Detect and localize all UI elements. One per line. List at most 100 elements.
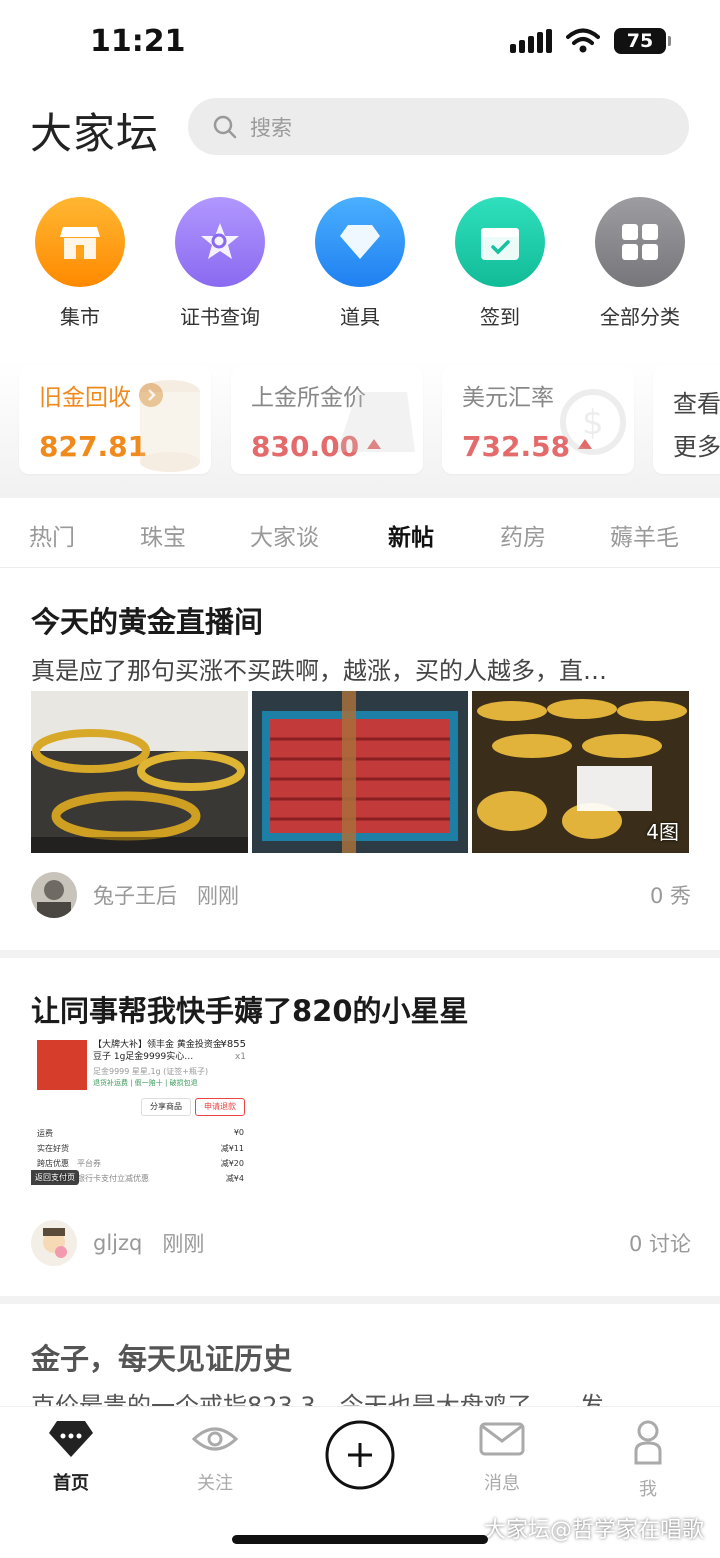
tab-label: 关注 xyxy=(197,1473,233,1494)
post-image-display-tray xyxy=(252,691,468,853)
create-post-button[interactable] xyxy=(310,1419,410,1495)
category-certificate[interactable]: 证书查询 xyxy=(150,197,290,330)
tab-label: 首页 xyxy=(53,1473,89,1494)
diamond-icon xyxy=(315,197,405,287)
cellular-signal-icon xyxy=(510,29,552,53)
tab-follow[interactable]: 关注 xyxy=(165,1419,265,1495)
post-title[interactable]: 今天的黄金直播间 xyxy=(31,599,263,641)
price-title: 旧金回收 xyxy=(39,385,131,411)
wifi-icon xyxy=(566,28,600,53)
category-label: 证书查询 xyxy=(180,305,260,329)
receipt-price: ¥855 xyxy=(220,1039,246,1050)
post-title[interactable]: 让同事帮我快手薅了820的小星星 xyxy=(31,988,469,1030)
post-time: 刚刚 xyxy=(197,884,239,908)
return-to-payment-overlay: 返回支付页 xyxy=(31,1170,79,1185)
post-image[interactable] xyxy=(252,691,468,853)
post-card[interactable]: 让同事帮我快手薅了820的小星星 【大牌大补】领丰金 黄金投资金豆子 1g足金9… xyxy=(0,958,720,1296)
watermark-credit: 大家坛@哲学家在唱歌 xyxy=(483,1518,704,1543)
receipt-badges: 退货补运费 | 假一赔十 | 破损包退 xyxy=(93,1079,198,1087)
person-icon xyxy=(634,1420,662,1465)
tab-label: 消息 xyxy=(484,1473,520,1494)
post-image-bangles xyxy=(31,691,248,853)
tab-me[interactable]: 我 xyxy=(598,1419,698,1501)
app-logo[interactable]: 大家坛 xyxy=(30,100,159,161)
battery-level: 75 xyxy=(626,30,654,52)
post-meta: gljzq 刚刚 0 讨论 xyxy=(31,1220,691,1266)
category-label: 全部分类 xyxy=(600,305,680,329)
status-time: 11:21 xyxy=(90,24,186,59)
row-key: 实在好货 xyxy=(37,1144,69,1153)
status-icons: 75 xyxy=(510,28,671,54)
search-input[interactable]: 搜索 xyxy=(188,98,689,155)
tab-jewelry[interactable]: 珠宝 xyxy=(140,518,186,552)
post-excerpt: 克价最贵的一个戒指823.3，今天也是大盘鸡了……发… xyxy=(31,1392,628,1406)
status-bar: 11:21 75 xyxy=(0,0,720,84)
more-label-2: 更多 xyxy=(673,433,720,461)
search-placeholder: 搜索 xyxy=(250,115,292,140)
category-label: 集市 xyxy=(60,305,100,329)
row-value: 减¥4 xyxy=(225,1174,244,1183)
battery-icon: 75 xyxy=(614,28,671,54)
post-time: 刚刚 xyxy=(162,1232,205,1256)
tab-discussion[interactable]: 大家谈 xyxy=(250,518,319,552)
price-card-more[interactable]: 查看 更多 xyxy=(653,366,720,474)
post-card[interactable]: 金子，每天见证历史 克价最贵的一个戒指823.3，今天也是大盘鸡了……发… xyxy=(0,1304,720,1406)
tab-messages[interactable]: 消息 xyxy=(452,1419,552,1495)
tab-new-posts[interactable]: 新帖 xyxy=(388,518,434,552)
home-diamond-icon xyxy=(49,1421,93,1457)
post-stat: 0 秀 xyxy=(649,884,691,908)
category-all[interactable]: 全部分类 xyxy=(570,197,710,330)
row-mid: 平台券 xyxy=(77,1159,101,1168)
receipt-spec: 足金9999 星星,1g (证签+瓶子) xyxy=(93,1067,209,1076)
dollar-exchange-icon: $ xyxy=(560,389,626,455)
post-excerpt: 真是应了那句买涨不买跌啊，越涨，买的人越多，直… xyxy=(31,657,607,685)
price-value: 732.58 xyxy=(462,430,571,463)
receipt-row: 运费 ¥0 xyxy=(37,1128,244,1143)
post-card[interactable]: 今天的黄金直播间 真是应了那句买涨不买跌啊，越涨，买的人越多，直… 4图 兔子王… xyxy=(0,569,720,950)
price-card-usd-rate[interactable]: $ 美元汇率 732.58 xyxy=(442,366,634,474)
price-card-sge-gold[interactable]: 上金所金价 830.00 xyxy=(231,366,423,474)
post-image[interactable] xyxy=(31,691,248,853)
share-product-button: 分享商品 xyxy=(141,1098,191,1116)
category-market[interactable]: 集市 xyxy=(10,197,150,330)
app-header: 大家坛 搜索 xyxy=(0,96,720,158)
category-checkin[interactable]: 签到 xyxy=(430,197,570,330)
category-label: 签到 xyxy=(480,305,520,329)
divider xyxy=(0,1296,720,1304)
row-value: 减¥11 xyxy=(220,1144,244,1153)
coin-stack-icon xyxy=(140,380,200,472)
post-stat: 0 讨论 xyxy=(628,1232,691,1256)
post-author[interactable]: 兔子王后 xyxy=(93,880,177,910)
price-card-gold-recycle[interactable]: 旧金回收 827.81 xyxy=(19,366,211,474)
image-count-badge: 4图 xyxy=(646,820,679,844)
avatar[interactable] xyxy=(31,1220,77,1266)
row-value: ¥0 xyxy=(233,1128,244,1137)
plus-icon xyxy=(325,1420,395,1490)
tab-home[interactable]: 首页 xyxy=(21,1419,121,1495)
refund-button: 申请退款 xyxy=(195,1098,245,1116)
post-author[interactable]: gljzq xyxy=(93,1231,142,1255)
svg-text:$: $ xyxy=(582,403,604,443)
post-image[interactable]: 4图 xyxy=(472,691,689,853)
avatar[interactable] xyxy=(31,872,77,918)
post-title[interactable]: 金子，每天见证历史 xyxy=(31,1336,292,1378)
tab-pharmacy[interactable]: 药房 xyxy=(500,518,546,552)
row-mid: 银行卡支付立减优惠 xyxy=(77,1174,149,1183)
post-meta: 兔子王后 刚刚 0 秀 xyxy=(31,872,691,918)
divider xyxy=(0,950,720,958)
tab-label: 我 xyxy=(639,1479,657,1500)
row-key: 运费 xyxy=(37,1129,53,1138)
tab-hot[interactable]: 热门 xyxy=(29,518,75,552)
post-image-receipt[interactable]: 【大牌大补】领丰金 黄金投资金豆子 1g足金9999实心… ¥855 x1 足金… xyxy=(31,1036,248,1198)
category-props[interactable]: 道具 xyxy=(290,197,430,330)
category-grid: 集市 证书查询 道具 签到 全部分类 xyxy=(0,197,720,337)
eye-icon xyxy=(191,1427,239,1451)
receipt-product: 【大牌大补】领丰金 黄金投资金豆子 1g足金9999实心… xyxy=(93,1040,222,1062)
home-indicator[interactable] xyxy=(232,1535,488,1544)
price-strip: 旧金回收 827.81 上金所金价 830.00 $ 美元汇率 732.58 查… xyxy=(0,360,720,498)
tab-deals[interactable]: 薅羊毛 xyxy=(610,518,679,552)
grid-icon xyxy=(595,197,685,287)
feed-tabs: 热门 珠宝 大家谈 新帖 药房 薅羊毛 xyxy=(0,498,720,568)
calendar-icon xyxy=(455,197,545,287)
receipt-qty: x1 xyxy=(234,1052,246,1062)
